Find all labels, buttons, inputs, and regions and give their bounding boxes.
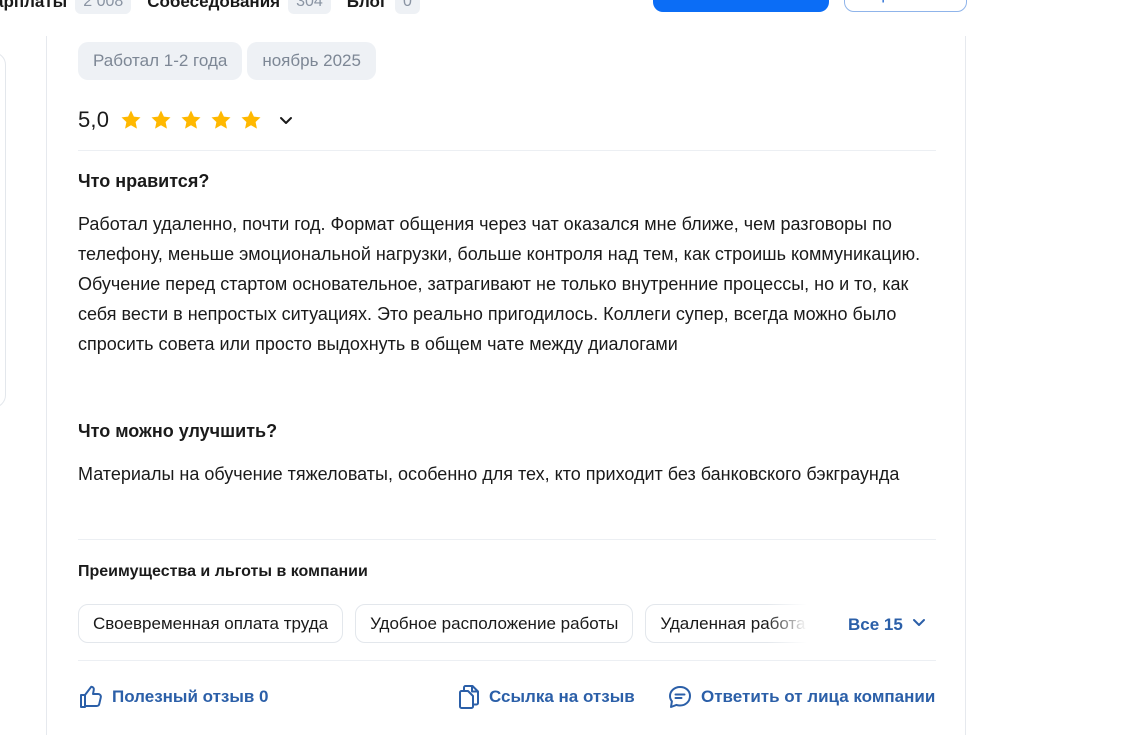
adjacent-card-edge (0, 52, 6, 408)
rating-stars (119, 108, 263, 132)
rating-value: 5,0 (78, 107, 110, 132)
star-icon (179, 108, 203, 132)
tab-salaries-count: 2 008 (75, 0, 132, 14)
compare-button[interactable]: Сравнить (844, 0, 967, 12)
tab-salaries-label: арплаты (0, 0, 68, 11)
tab-interviews-count: 304 (288, 0, 331, 14)
benefits-list: Своевременная оплата труда Удобное распо… (78, 604, 806, 644)
likes-heading: Что нравится? (78, 171, 210, 191)
tab-blog-label: Блог (346, 0, 388, 11)
tab-salaries[interactable]: арплаты 2 008 (0, 0, 132, 14)
benefit-chip: Своевременная оплата труда (78, 604, 344, 643)
improve-text: Материалы на обучение тяжеловаты, особен… (78, 464, 900, 484)
benefits-heading: Преимущества и льготы в компании (78, 563, 368, 580)
tab-blog[interactable]: Блог 0 (347, 0, 420, 14)
chat-bubble-icon (667, 684, 693, 710)
divider (78, 660, 936, 661)
likes-text: Работал удаленно, почти год. Формат обще… (78, 214, 921, 354)
reply-label: Ответить от лица компании (701, 687, 936, 706)
all-benefits-label: Все 15 (848, 614, 903, 634)
copy-link-label: Ссылка на отзыв (489, 687, 635, 706)
chevron-down-icon[interactable] (277, 111, 295, 129)
copy-icon (457, 684, 481, 710)
chevron-down-icon (911, 614, 927, 635)
all-benefits-button[interactable]: Все 15 (848, 614, 927, 635)
star-icon (119, 108, 143, 132)
chips-fade (767, 604, 807, 644)
divider (78, 539, 936, 540)
copy-link-button[interactable]: Ссылка на отзыв (457, 684, 635, 710)
tab-blog-count: 0 (395, 0, 420, 14)
star-icon (209, 108, 233, 132)
star-icon (149, 108, 173, 132)
helpful-button[interactable]: Полезный отзыв 0 (78, 684, 269, 710)
rating-row: 5,0 (78, 107, 295, 133)
review-actions: Полезный отзыв 0 Ссылка на отзыв Ответит… (78, 684, 936, 714)
tab-interviews-label: Собеседования (147, 0, 281, 11)
tenure-tag: Работал 1-2 года (78, 42, 243, 80)
leave-review-button[interactable]: Оставить отзыв (653, 0, 829, 12)
helpful-label: Полезный отзыв 0 (112, 687, 269, 706)
reply-as-company-button[interactable]: Ответить от лица компании (667, 684, 935, 710)
date-tag: ноябрь 2025 (247, 42, 376, 80)
top-navigation: арплаты 2 008 Собеседования 304 Блог 0 О… (0, 0, 970, 22)
tab-interviews[interactable]: Собеседования 304 (147, 0, 331, 14)
star-icon (239, 108, 263, 132)
section-tabs: арплаты 2 008 Собеседования 304 Блог 0 (0, 0, 426, 14)
thumbs-up-icon (78, 684, 104, 710)
divider (78, 150, 936, 151)
improve-heading: Что можно улучшить? (78, 421, 278, 441)
benefit-chip: Удобное расположение работы (355, 604, 634, 643)
review-tags: Работал 1-2 года ноябрь 2025 (78, 42, 376, 80)
review-card: Работал 1-2 года ноябрь 2025 5,0 Что нра… (46, 36, 966, 735)
